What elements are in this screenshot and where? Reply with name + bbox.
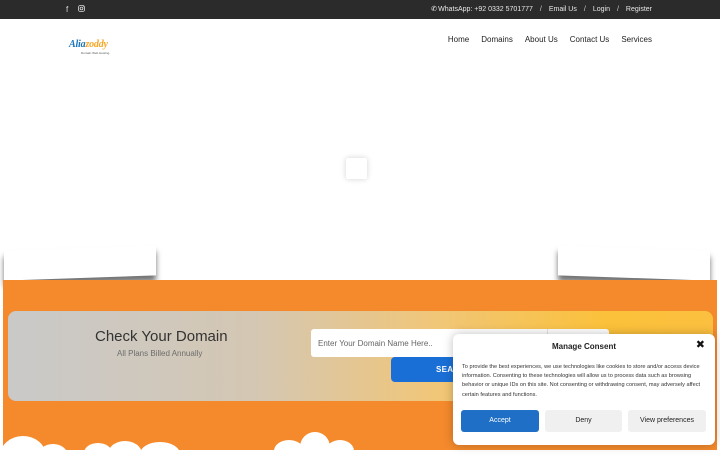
decorative-shadow-right <box>558 245 710 281</box>
nav-home[interactable]: Home <box>448 35 469 44</box>
email-link[interactable]: Email Us <box>549 6 577 13</box>
domain-search-subtitle: All Plans Billed Annually <box>117 349 203 358</box>
consent-text: To provide the best experiences, we use … <box>462 364 701 398</box>
site-logo[interactable]: Aliazoddy Domain Web Hosting <box>69 34 109 55</box>
separator: / <box>583 5 586 13</box>
consent-title: Manage Consent <box>551 342 616 351</box>
view-preferences-button[interactable]: View preferences <box>628 410 706 432</box>
accept-button[interactable]: Accept <box>461 410 539 432</box>
main-nav: Home Domains About Us Contact Us Service… <box>448 35 652 44</box>
logo-tagline: Domain Web Hosting <box>81 51 110 55</box>
separator: / <box>539 5 542 13</box>
nav-contact-us[interactable]: Contact Us <box>570 35 610 44</box>
register-link[interactable]: Register <box>626 6 652 13</box>
top-bar: f ✆ WhatsApp: +92 0332 5701777 / Email U… <box>0 0 720 19</box>
facebook-icon[interactable]: f <box>66 5 68 14</box>
logo-text: Aliazoddy <box>69 39 108 50</box>
loading-spinner <box>346 158 367 179</box>
separator: / <box>616 5 619 13</box>
nav-services[interactable]: Services <box>621 35 652 44</box>
whatsapp-link[interactable]: WhatsApp: +92 0332 5701777 <box>438 6 533 13</box>
instagram-icon[interactable] <box>78 5 86 14</box>
login-link[interactable]: Login <box>593 6 610 13</box>
nav-about-us[interactable]: About Us <box>525 35 558 44</box>
domain-search-title: Check Your Domain <box>95 328 228 345</box>
decorative-shadow-left <box>4 245 156 281</box>
social-links: f <box>66 5 86 14</box>
phone-icon: ✆ <box>431 6 438 13</box>
site-header: Aliazoddy Domain Web Hosting Home Domain… <box>0 19 720 61</box>
top-links: ✆ WhatsApp: +92 0332 5701777 / Email Us … <box>431 5 652 14</box>
deny-button[interactable]: Deny <box>545 410 622 432</box>
nav-domains[interactable]: Domains <box>481 35 513 44</box>
close-icon[interactable]: ✖ <box>696 340 705 351</box>
cookie-consent-dialog: Manage Consent ✖ To provide the best exp… <box>453 334 715 445</box>
